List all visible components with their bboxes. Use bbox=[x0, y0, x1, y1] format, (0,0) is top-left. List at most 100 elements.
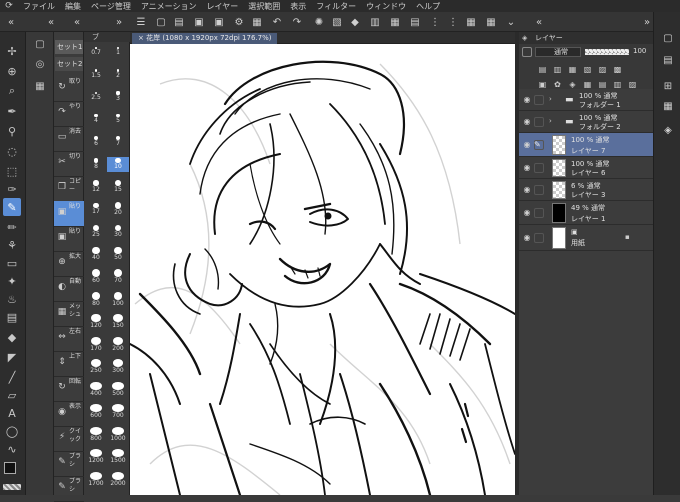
brush-size-option[interactable]: 7 bbox=[107, 134, 129, 149]
brush-size-option[interactable]: 25 bbox=[85, 224, 107, 239]
brush-size-option[interactable]: 4 bbox=[85, 112, 107, 127]
new-file-icon[interactable]: ▢ bbox=[154, 15, 168, 29]
sub-tool-item[interactable]: ↻ 回転 bbox=[54, 376, 84, 402]
layer-lock-toggle[interactable] bbox=[534, 208, 544, 218]
brush-size-option[interactable]: 150 bbox=[107, 314, 129, 329]
sub-tool-item[interactable]: ▣ 貼り bbox=[54, 226, 84, 252]
brush-size-option[interactable]: 120 bbox=[85, 314, 107, 329]
layer-row[interactable]: ◉ 49 % 通常 レイヤー 1 bbox=[519, 201, 653, 225]
layer-icon[interactable]: ▢ bbox=[30, 36, 50, 52]
text-icon[interactable]: A bbox=[3, 404, 21, 422]
brush-size-option[interactable]: 1700 bbox=[85, 471, 107, 487]
brush-size-option[interactable]: 17 bbox=[85, 202, 107, 217]
chevron-right-icon[interactable]: › bbox=[549, 117, 552, 125]
eye-icon[interactable]: ◉ bbox=[522, 140, 532, 150]
settings-icon[interactable]: ⚙ bbox=[232, 15, 246, 29]
blend-mode-select[interactable]: 通常 bbox=[535, 47, 581, 57]
eye-icon[interactable]: ◉ bbox=[522, 185, 532, 195]
brush-size-option[interactable]: 40 bbox=[85, 246, 107, 262]
snap-icon[interactable]: ▦ bbox=[484, 15, 498, 29]
menu-animation[interactable]: アニメーション bbox=[136, 1, 202, 12]
eyedropper-icon[interactable]: ✑ bbox=[3, 180, 21, 198]
brush-size-option[interactable]: 500 bbox=[107, 381, 129, 397]
canvas-tab[interactable]: × 花岸 (1080 x 1920px 72dpi 176.7%) bbox=[132, 33, 278, 44]
main-color-swatch[interactable] bbox=[4, 462, 16, 474]
circle-icon[interactable]: ◎ bbox=[30, 56, 50, 72]
brush-size-option[interactable]: 30 bbox=[107, 224, 129, 239]
brush-size-option[interactable]: 6 bbox=[85, 134, 107, 149]
marquee-icon[interactable]: ⬚ bbox=[3, 162, 21, 180]
sub-tool-item[interactable]: ⚡ クイック bbox=[54, 426, 84, 452]
menu-selection[interactable]: 選択範囲 bbox=[243, 1, 285, 12]
menu-icon[interactable]: ☰ bbox=[134, 15, 148, 29]
brush-size-option[interactable]: 60 bbox=[85, 269, 107, 284]
grid-icon[interactable]: ▦ bbox=[30, 78, 50, 94]
sub-tool-item[interactable]: ▦ メッシュ bbox=[54, 301, 84, 327]
lock-icon[interactable]: ▦ bbox=[567, 64, 578, 75]
clip-icon[interactable]: ▤ bbox=[537, 64, 548, 75]
brush-size-option[interactable]: 700 bbox=[107, 404, 129, 419]
export-icon[interactable]: ▦ bbox=[250, 15, 264, 29]
sub-tool-item[interactable]: ❐ コピー bbox=[54, 176, 84, 202]
menu-help[interactable]: ヘルプ bbox=[411, 1, 445, 12]
tool-set-tab-2[interactable]: セット2 bbox=[55, 57, 83, 71]
brush-size-option[interactable]: 800 bbox=[85, 426, 107, 442]
history-icon[interactable]: ▦ bbox=[660, 98, 676, 114]
sub-tool-item[interactable]: ◉ 表示 bbox=[54, 401, 84, 427]
reference-icon[interactable]: ▥ bbox=[552, 64, 563, 75]
properties-icon[interactable]: ▤ bbox=[660, 52, 676, 68]
chevron-down-icon[interactable]: ⌄ bbox=[504, 15, 518, 29]
transparent-color-swatch[interactable] bbox=[3, 484, 21, 490]
collapse-icon[interactable]: « bbox=[44, 15, 58, 29]
layer-lock-toggle[interactable] bbox=[534, 163, 544, 173]
brush-size-option[interactable]: 10 bbox=[107, 156, 129, 172]
expand-icon[interactable]: » bbox=[640, 15, 654, 29]
sub-tool-item[interactable]: ✂ 切り bbox=[54, 151, 84, 177]
brush-size-option[interactable]: 300 bbox=[107, 359, 129, 374]
brush-size-option[interactable]: 170 bbox=[85, 336, 107, 352]
brush-size-option[interactable]: 2 bbox=[107, 67, 129, 82]
zoom-icon[interactable]: ⊕ bbox=[3, 62, 21, 80]
menu-layer[interactable]: レイヤー bbox=[202, 1, 244, 12]
sub-tool-item[interactable]: ✎ ブラシ bbox=[54, 451, 84, 477]
eye-icon[interactable]: ◉ bbox=[522, 95, 532, 105]
layer-row[interactable]: ◉ ✎ 100 % 通常 レイヤー 7 bbox=[519, 133, 653, 157]
brush-size-option[interactable]: 600 bbox=[85, 404, 107, 419]
gradient-icon[interactable]: ▤ bbox=[3, 308, 21, 326]
brush-icon[interactable]: ⚘ bbox=[3, 236, 21, 254]
ruler-icon[interactable]: ▱ bbox=[3, 386, 21, 404]
sub-tool-item[interactable]: ⊕ 拡大 bbox=[54, 251, 84, 277]
brush-size-option[interactable]: 1000 bbox=[107, 426, 129, 442]
chevron-right-icon[interactable]: › bbox=[549, 95, 552, 103]
search-icon[interactable]: ⚲ bbox=[3, 122, 21, 140]
lock-alpha-icon[interactable]: ▧ bbox=[582, 64, 593, 75]
layers-icon[interactable]: ◈ bbox=[660, 122, 676, 138]
brush-size-option[interactable]: 400 bbox=[85, 381, 107, 397]
brush-size-option[interactable]: 5 bbox=[107, 112, 129, 127]
tool-set-tab-1[interactable]: セット1 bbox=[55, 40, 83, 54]
sub-tool-item[interactable]: ◐ 自動 bbox=[54, 276, 84, 302]
selection-icon[interactable]: ◌ bbox=[3, 142, 21, 160]
eye-icon[interactable]: ◉ bbox=[522, 117, 532, 127]
brush-size-option[interactable]: 100 bbox=[107, 291, 129, 307]
brush-size-option[interactable]: 8 bbox=[85, 157, 107, 172]
layer-row[interactable]: ◉ ▣ 用紙 ▪ bbox=[519, 225, 653, 251]
menu-edit[interactable]: 編集 bbox=[60, 1, 86, 12]
eye-icon[interactable]: ◉ bbox=[522, 208, 532, 218]
brush-size-option[interactable]: 20 bbox=[107, 202, 129, 217]
sub-tool-item[interactable]: ▭ 消去 bbox=[54, 126, 84, 152]
layer-lock-toggle[interactable] bbox=[534, 95, 544, 105]
eye-icon[interactable]: ◉ bbox=[522, 163, 532, 173]
undo-icon[interactable]: ↶ bbox=[270, 15, 284, 29]
collapse-icon[interactable]: « bbox=[70, 15, 84, 29]
brush-size-option[interactable]: 3 bbox=[107, 89, 129, 104]
blend-icon[interactable]: ♨ bbox=[3, 290, 21, 308]
eraser-icon[interactable]: ▭ bbox=[3, 254, 21, 272]
brush-size-option[interactable]: 2.5 bbox=[85, 89, 107, 104]
clear-icon[interactable]: ▧ bbox=[330, 15, 344, 29]
save-icon[interactable]: ▣ bbox=[212, 15, 226, 29]
brush-size-option[interactable]: 50 bbox=[107, 246, 129, 262]
pen-icon[interactable]: ✒ bbox=[3, 102, 21, 120]
opacity-slider[interactable] bbox=[585, 49, 629, 55]
brush-size-option[interactable]: 250 bbox=[85, 359, 107, 374]
